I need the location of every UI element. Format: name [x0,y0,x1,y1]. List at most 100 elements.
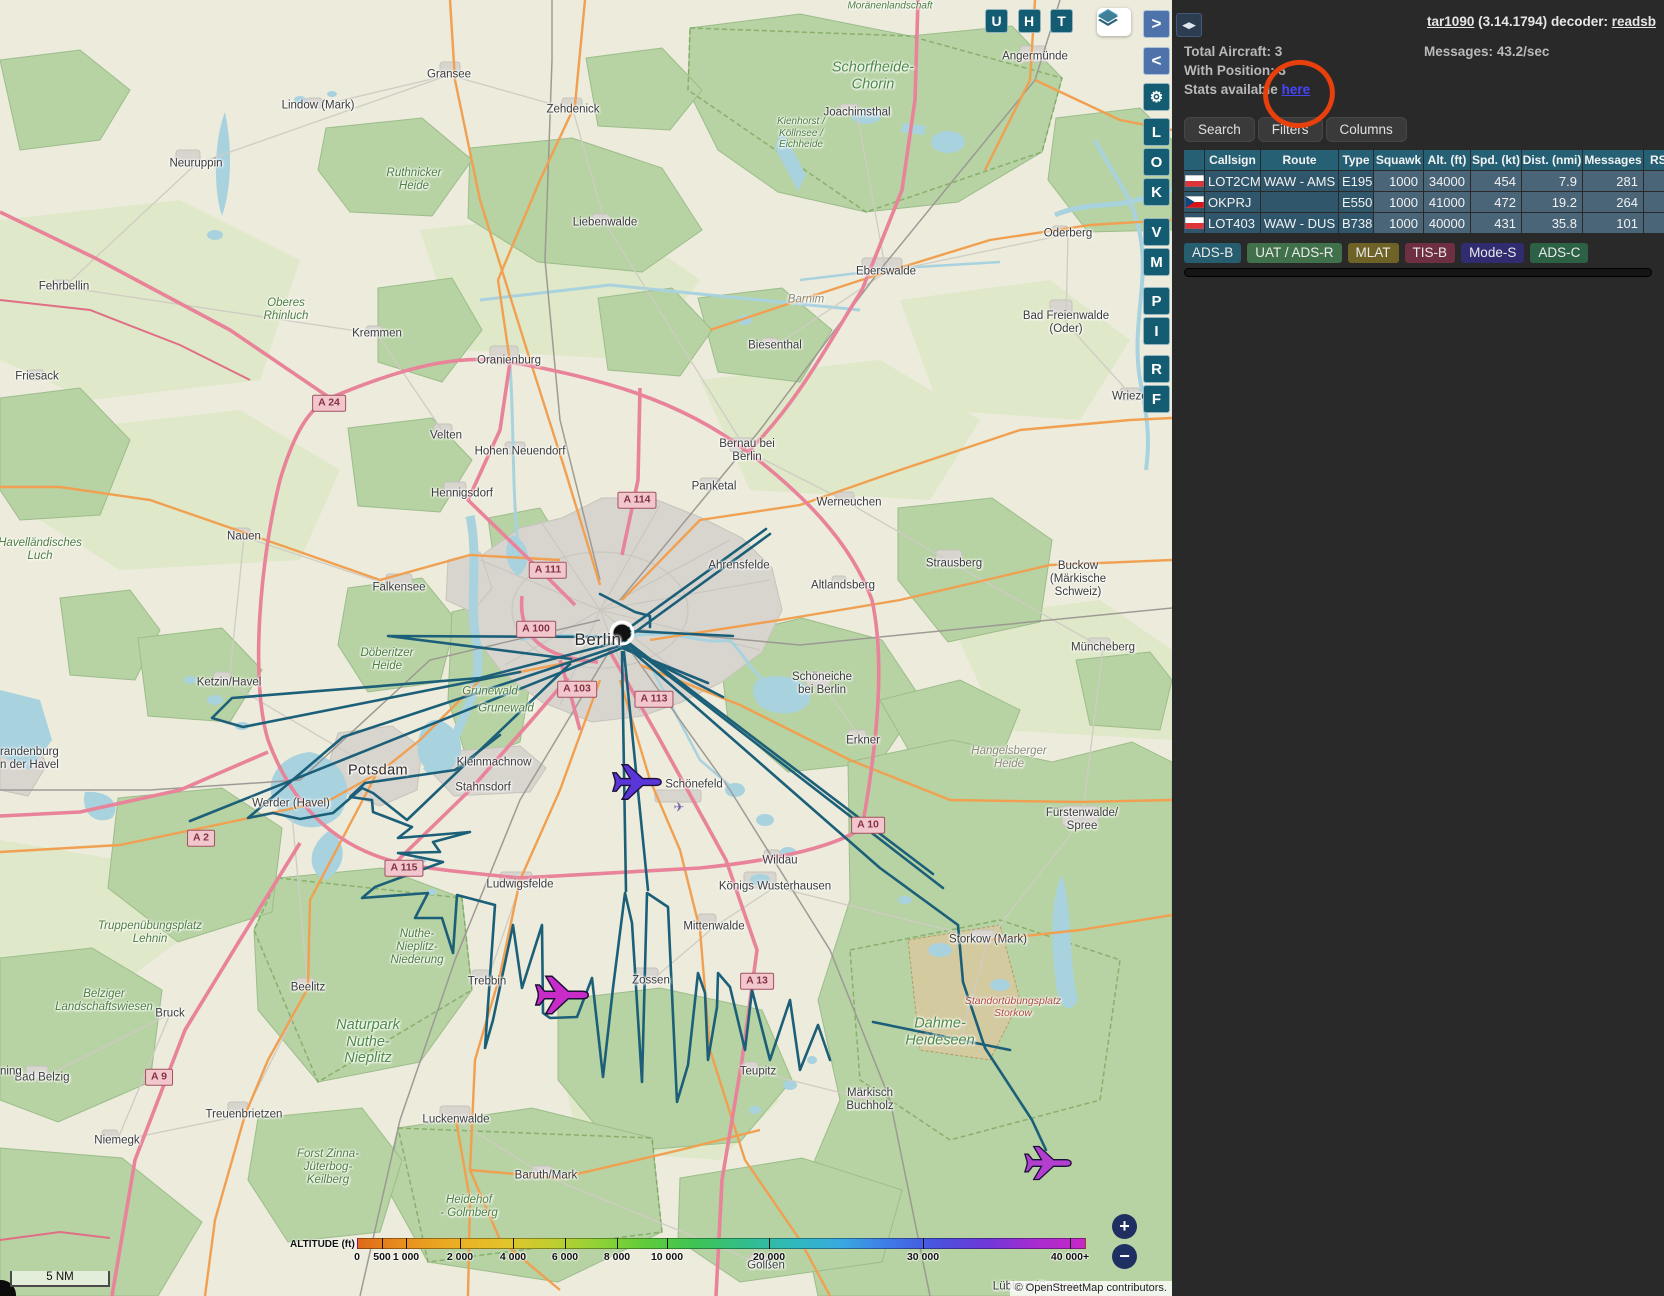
column-header[interactable]: Squawk [1374,150,1423,170]
table-cell: 1000 [1374,213,1423,233]
table-cell [1644,213,1664,233]
legend-tick-label: 2 000 [447,1251,473,1263]
legend-tick [617,1238,618,1249]
map-button-f[interactable]: F [1143,385,1170,413]
altitude-legend-bar [357,1238,1086,1249]
flag-cell [1184,213,1204,233]
table-cell: 431 [1471,213,1521,233]
table-cell: 264 [1583,192,1643,212]
table-cell [1644,171,1664,191]
table-cell [1261,192,1338,212]
version-text: (3.14.1794) [1478,14,1547,29]
table-cell: 41000 [1424,192,1470,212]
tar1090-link[interactable]: tar1090 [1427,14,1474,29]
table-cell: 35.8 [1522,213,1582,233]
map-button-l[interactable]: L [1143,118,1170,146]
table-cell: 1000 [1374,192,1423,212]
legend-tick [667,1238,668,1249]
flag-cell [1184,192,1204,212]
filter-ads-b[interactable]: ADS-B [1184,243,1241,263]
legend-tick [382,1238,383,1249]
flag-pl-icon [1185,217,1204,229]
legend-tick [769,1238,770,1249]
tab-columns[interactable]: Columns [1326,117,1407,142]
table-cell: B738 [1339,213,1373,233]
layers-button[interactable] [1097,8,1131,36]
map-button-p[interactable]: P [1143,287,1170,315]
table-header-row: CallsignRouteTypeSquawkAlt. (ft)Spd. (kt… [1184,150,1664,170]
column-header[interactable] [1184,150,1204,170]
map-base [0,0,1172,1296]
map-button-t[interactable]: T [1050,9,1073,33]
table-cell: LOT2CM [1205,171,1260,191]
map-button-h[interactable]: H [1018,9,1041,33]
column-header[interactable]: Messages [1583,150,1643,170]
zoom-in-button[interactable]: + [1112,1214,1137,1239]
column-header[interactable]: Route [1261,150,1338,170]
filter-tis-b[interactable]: TIS-B [1405,243,1456,263]
column-header[interactable]: Type [1339,150,1373,170]
panel-collapse-button[interactable]: < [1143,47,1170,75]
map-canvas[interactable]: GranseeZehdenickLindow (Mark)Joachimstha… [0,0,1172,1296]
flag-cell [1184,171,1204,191]
source-filter-chips: ADS-B UAT / ADS-R MLAT TIS-BMode-S ADS-C [1184,243,1588,263]
panel-expand-button[interactable]: > [1143,10,1170,38]
legend-tick-label: 0 [354,1251,360,1263]
map-button-v[interactable]: V [1143,218,1170,246]
filter-mlat[interactable]: MLAT [1348,243,1399,263]
table-row[interactable]: LOT2CMWAW - AMSE1951000340004547.9281 [1184,171,1664,191]
settings-gear-button[interactable]: ⚙ [1143,83,1170,111]
table-cell: 34000 [1424,171,1470,191]
sidebar-toggle-button[interactable]: ◀▶ [1176,13,1202,37]
column-header[interactable]: RSSI [1644,150,1664,170]
layers-icon [1097,8,1119,26]
table-cell [1644,192,1664,212]
filter-ads-c[interactable]: ADS-C [1530,243,1588,263]
map-button-r[interactable]: R [1143,355,1170,383]
tab-search[interactable]: Search [1184,117,1255,142]
legend-tick-label: 10 000 [651,1251,683,1263]
zoom-out-button[interactable]: − [1112,1244,1137,1269]
map-button-i[interactable]: I [1143,317,1170,345]
table-cell: 454 [1471,171,1521,191]
legend-tick-label: 20 000 [753,1251,785,1263]
map-button-u[interactable]: U [985,9,1008,33]
legend-tick [406,1238,407,1249]
legend-tick-label: 40 000+ [1051,1251,1089,1263]
table-cell: 19.2 [1522,192,1582,212]
sidebar-panel: ◀▶ tar1090 (3.14.1794) decoder: readsb T… [1172,0,1664,1296]
readsb-link[interactable]: readsb [1612,14,1656,29]
table-cell: 472 [1471,192,1521,212]
legend-tick [923,1238,924,1249]
receiver-marker [611,622,633,644]
table-cell: 281 [1583,171,1643,191]
app-title: tar1090 (3.14.1794) decoder: readsb [1427,14,1656,29]
table-cell: 7.9 [1522,171,1582,191]
table-row[interactable]: LOT403WAW - DUSB73810004000043135.8101 [1184,213,1664,233]
column-header[interactable]: Spd. (kt) [1471,150,1521,170]
map-button-m[interactable]: M [1143,248,1170,276]
legend-tick [513,1238,514,1249]
tab-filters[interactable]: Filters [1258,117,1323,142]
column-header[interactable]: Dist. (nmi) [1522,150,1582,170]
legend-tick-label: 500 [373,1251,391,1263]
table-cell: WAW - DUS [1261,213,1338,233]
filter-uat-ads-r[interactable]: UAT / ADS-R [1247,243,1341,263]
legend-tick-label: 8 000 [604,1251,630,1263]
filter-mode-s[interactable]: Mode-S [1461,243,1524,263]
column-header[interactable]: Callsign [1205,150,1260,170]
table-row[interactable]: OKPRJE55010004100047219.2264 [1184,192,1664,212]
stats-here-link[interactable]: here [1282,82,1311,97]
legend-tick [460,1238,461,1249]
with-position-stat: With Position: 3 [1184,63,1286,78]
map-button-o[interactable]: O [1143,148,1170,176]
decoder-label: decoder: [1551,14,1608,29]
column-header[interactable]: Alt. (ft) [1424,150,1470,170]
total-aircraft-stat: Total Aircraft: 3 [1184,44,1282,59]
table-cell: 40000 [1424,213,1470,233]
altitude-filter-slider[interactable] [1184,268,1652,277]
osm-attribution: © OpenStreetMap contributors. [1010,1281,1172,1296]
flag-pl-icon [1185,175,1204,187]
map-button-k[interactable]: K [1143,178,1170,206]
table-cell: OKPRJ [1205,192,1260,212]
